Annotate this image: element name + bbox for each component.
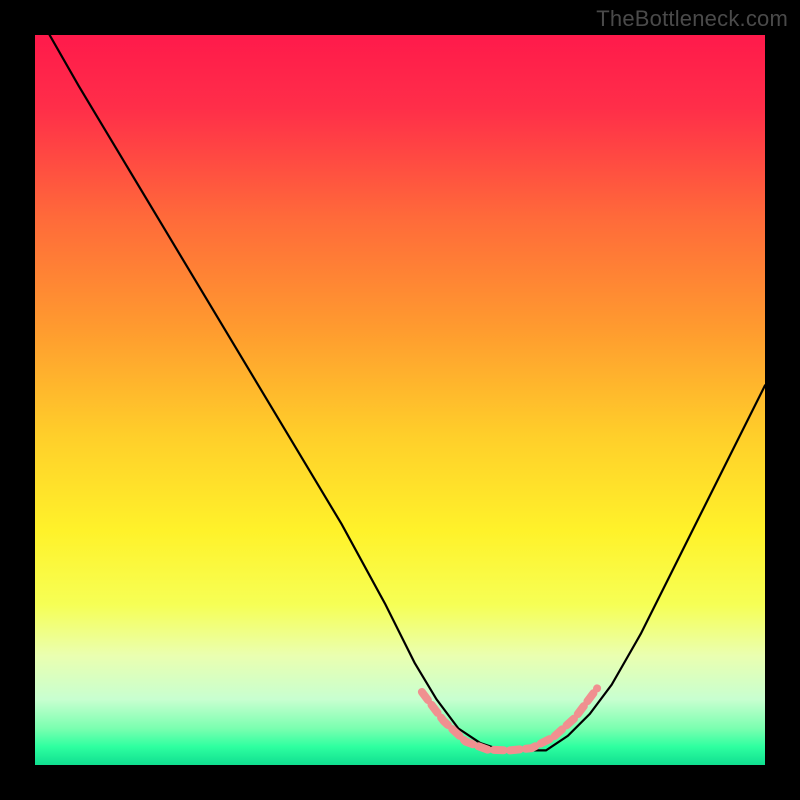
main-curve <box>50 35 765 750</box>
watermark-text: TheBottleneck.com <box>596 6 788 32</box>
highlight-segment <box>422 688 597 750</box>
chart-frame: TheBottleneck.com <box>0 0 800 800</box>
curve-layer <box>35 35 765 765</box>
plot-area <box>35 35 765 765</box>
